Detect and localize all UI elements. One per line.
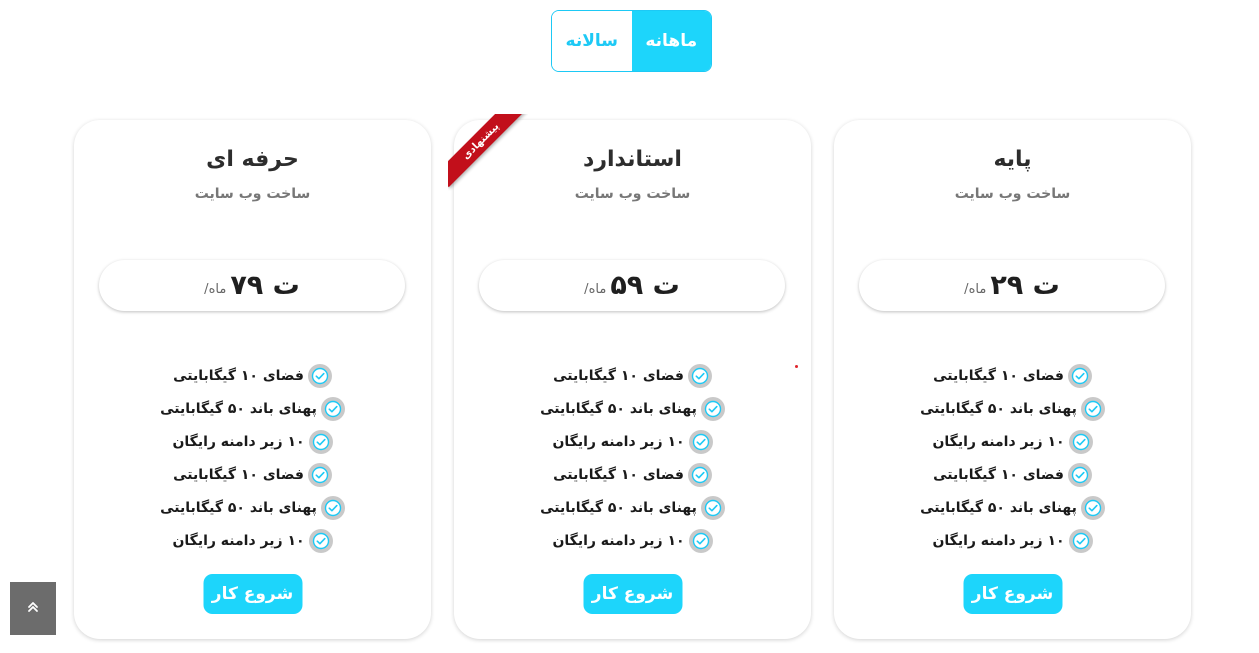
feature-text: ۱۰ زیر دامنه رایگان [552,433,685,450]
billing-toggle: سالانه ماهانه [551,10,712,72]
monthly-tab[interactable]: ماهانه [631,11,711,71]
yearly-tab[interactable]: سالانه [552,11,632,71]
plan-card-standard: پیشنهادی استاندارد ساخت وب سایت /ماه ۵۹ … [448,114,811,639]
feature-text: ۱۰ زیر دامنه رایگان [932,532,1065,549]
feature-text: فضای ۱۰ گیگابایتی [933,367,1064,384]
plan-card-professional: حرفه ای ساخت وب سایت /ماه ۷۹ ت فضای ۱۰ گ… [74,120,431,639]
plan-title: حرفه ای [206,147,299,172]
price-box: /ماه ۲۹ ت [859,260,1165,311]
decorative-dot [795,365,798,368]
check-circle-icon [700,495,725,520]
price-box: /ماه ۵۹ ت [479,260,785,311]
check-circle-icon [320,495,345,520]
plan-title: استاندارد [583,147,682,172]
plan-subtitle: ساخت وب سایت [954,186,1071,202]
check-circle-icon [1068,429,1093,454]
feature-text: ۱۰ زیر دامنه رایگان [552,532,685,549]
check-circle-icon [308,429,333,454]
feature-text: ۱۰ زیر دامنه رایگان [932,433,1065,450]
check-circle-icon [1080,495,1105,520]
feature-text: ۱۰ زیر دامنه رایگان [172,532,305,549]
price-amount: ۵۹ ت [610,270,680,301]
feature-list: فضای ۱۰ گیگابایتی پهنای باند ۵۰ گیگابایت… [834,359,1191,557]
double-chevron-up-icon [27,599,39,618]
feature-item: ۱۰ زیر دامنه رایگان [834,425,1191,458]
feature-item: پهنای باند ۵۰ گیگابایتی [454,491,811,524]
check-circle-icon [688,528,713,553]
plan-subtitle: ساخت وب سایت [574,186,691,202]
feature-text: پهنای باند ۵۰ گیگابایتی [540,400,697,417]
feature-text: پهنای باند ۵۰ گیگابایتی [540,499,697,516]
feature-item: ۱۰ زیر دامنه رایگان [74,425,431,458]
feature-item: ۱۰ زیر دامنه رایگان [454,524,811,557]
check-circle-icon [320,396,345,421]
feature-text: فضای ۱۰ گیگابایتی [553,466,684,483]
feature-item: فضای ۱۰ گیگابایتی [74,359,431,392]
feature-text: فضای ۱۰ گیگابایتی [933,466,1064,483]
feature-item: فضای ۱۰ گیگابایتی [454,458,811,491]
start-button[interactable]: شروع کار [583,574,682,614]
feature-text: پهنای باند ۵۰ گیگابایتی [160,499,317,516]
feature-item: ۱۰ زیر دامنه رایگان [834,524,1191,557]
feature-list: فضای ۱۰ گیگابایتی پهنای باند ۵۰ گیگابایت… [74,359,431,557]
check-circle-icon [1068,528,1093,553]
feature-item: ۱۰ زیر دامنه رایگان [74,524,431,557]
price-box: /ماه ۷۹ ت [99,260,405,311]
feature-item: پهنای باند ۵۰ گیگابایتی [74,491,431,524]
feature-text: فضای ۱۰ گیگابایتی [553,367,684,384]
check-circle-icon [307,363,332,388]
feature-item: پهنای باند ۵۰ گیگابایتی [74,392,431,425]
check-circle-icon [1067,462,1092,487]
price-amount: ۲۹ ت [990,270,1060,301]
check-circle-icon [688,429,713,454]
scroll-to-top-button[interactable] [10,582,56,635]
feature-item: پهنای باند ۵۰ گیگابایتی [454,392,811,425]
check-circle-icon [687,363,712,388]
price-period: /ماه [964,282,987,297]
price-period: /ماه [204,282,227,297]
plan-subtitle: ساخت وب سایت [194,186,311,202]
feature-item: فضای ۱۰ گیگابایتی [834,458,1191,491]
feature-text: پهنای باند ۵۰ گیگابایتی [920,400,1077,417]
price-amount: ۷۹ ت [230,270,300,301]
feature-text: فضای ۱۰ گیگابایتی [173,466,304,483]
check-circle-icon [1080,396,1105,421]
plan-title: پایه [993,147,1032,172]
feature-text: ۱۰ زیر دامنه رایگان [172,433,305,450]
feature-item: فضای ۱۰ گیگابایتی [834,359,1191,392]
feature-item: پهنای باند ۵۰ گیگابایتی [834,392,1191,425]
start-button[interactable]: شروع کار [963,574,1062,614]
start-button[interactable]: شروع کار [203,574,302,614]
feature-text: فضای ۱۰ گیگابایتی [173,367,304,384]
check-circle-icon [1067,363,1092,388]
feature-list: فضای ۱۰ گیگابایتی پهنای باند ۵۰ گیگابایت… [454,359,811,557]
price-period: /ماه [584,282,607,297]
feature-item: فضای ۱۰ گیگابایتی [454,359,811,392]
feature-text: پهنای باند ۵۰ گیگابایتی [920,499,1077,516]
check-circle-icon [308,528,333,553]
feature-item: فضای ۱۰ گیگابایتی [74,458,431,491]
feature-item: پهنای باند ۵۰ گیگابایتی [834,491,1191,524]
check-circle-icon [687,462,712,487]
check-circle-icon [307,462,332,487]
plan-card-basic: پایه ساخت وب سایت /ماه ۲۹ ت فضای ۱۰ گیگا… [834,120,1191,639]
feature-item: ۱۰ زیر دامنه رایگان [454,425,811,458]
feature-text: پهنای باند ۵۰ گیگابایتی [160,400,317,417]
check-circle-icon [700,396,725,421]
